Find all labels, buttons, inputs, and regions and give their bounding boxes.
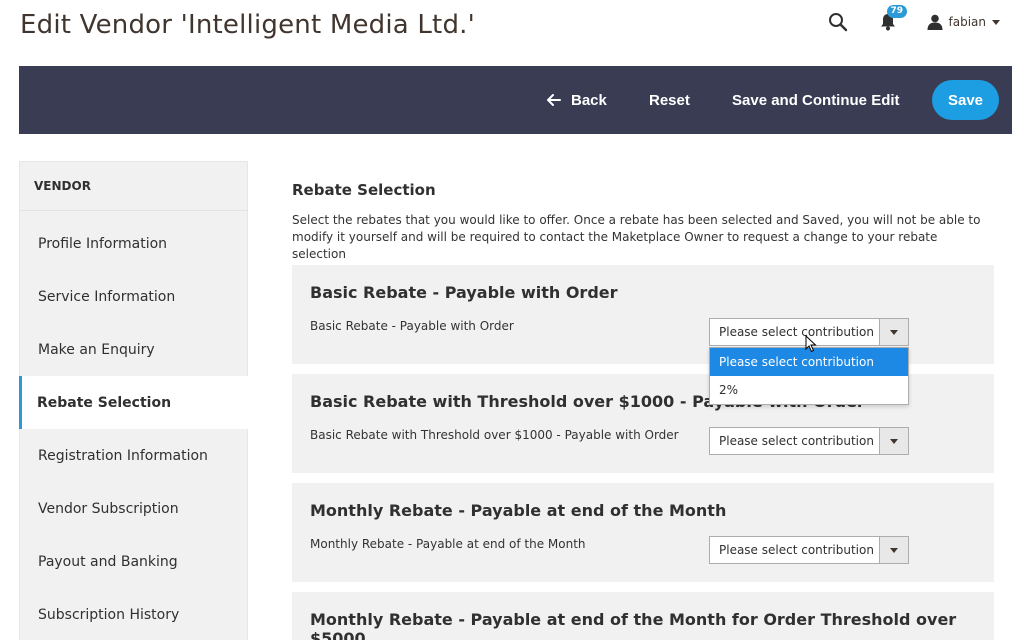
select-arrow [879,319,908,345]
select-arrow [879,537,908,563]
chevron-down-icon [890,329,898,335]
page-title: Edit Vendor 'Intelligent Media Ltd.' [20,10,475,40]
rebate-label: Basic Rebate with Threshold over $1000 -… [310,428,679,442]
back-label: Back [571,91,607,109]
chevron-down-icon [890,547,898,553]
rebate-title: Basic Rebate - Payable with Order [310,283,618,302]
rebate-title: Monthly Rebate - Payable at end of the M… [310,610,957,640]
contribution-select[interactable]: Please select contribution [709,536,909,564]
sidebar-item-rebate-selection[interactable]: Rebate Selection [19,376,249,429]
save-button[interactable]: Save [932,80,999,120]
arrow-left-icon [547,94,561,106]
select-value: Please select contribution [719,434,874,448]
sidebar-item-registration-information[interactable]: Registration Information [20,429,247,482]
sidebar-item-profile-information[interactable]: Profile Information [20,217,247,270]
select-value: Please select contribution [719,325,874,339]
notifications-button[interactable]: 79 [877,5,908,33]
user-icon [927,14,942,30]
mouse-cursor-icon [805,335,817,353]
rebate-card: Monthly Rebate - Payable at end of the M… [292,483,994,582]
sidebar: VENDOR Profile Information Service Infor… [19,161,249,640]
select-value: Please select contribution [719,543,874,557]
reset-button[interactable]: Reset [649,66,690,134]
sidebar-item-service-information[interactable]: Service Information [20,270,247,323]
chevron-down-icon [992,19,1000,25]
search-icon[interactable] [827,11,849,33]
contribution-select[interactable]: Please select contribution [709,427,909,455]
main-content: Rebate Selection Select the rebates that… [292,170,994,263]
sidebar-heading: VENDOR [20,162,247,211]
username: fabian [948,15,987,29]
rebate-title: Monthly Rebate - Payable at end of the M… [310,501,727,520]
notification-badge: 79 [886,5,908,18]
chevron-down-icon [890,438,898,444]
back-button[interactable]: Back [547,66,607,134]
rebate-label: Monthly Rebate - Payable at end of the M… [310,537,586,551]
sidebar-item-make-an-enquiry[interactable]: Make an Enquiry [20,323,247,376]
rebate-card: Monthly Rebate - Payable at end of the M… [292,592,994,640]
action-bar: Back Reset Save and Continue Edit Save [19,66,1012,134]
header-actions: 79 fabian [827,5,1000,34]
sidebar-item-payout-and-banking[interactable]: Payout and Banking [20,535,247,588]
dropdown-option[interactable]: 2% [710,376,908,404]
save-and-continue-button[interactable]: Save and Continue Edit [732,66,900,134]
sidebar-item-vendor-subscription[interactable]: Vendor Subscription [20,482,247,535]
sidebar-item-subscription-history[interactable]: Subscription History [20,588,247,640]
section-intro: Select the rebates that you would like t… [292,213,981,261]
rebate-label: Basic Rebate - Payable with Order [310,319,514,333]
select-arrow [879,428,908,454]
section-title: Rebate Selection [292,181,436,199]
contribution-dropdown: Please select contribution 2% [709,347,909,405]
user-menu[interactable]: fabian [927,14,1000,30]
